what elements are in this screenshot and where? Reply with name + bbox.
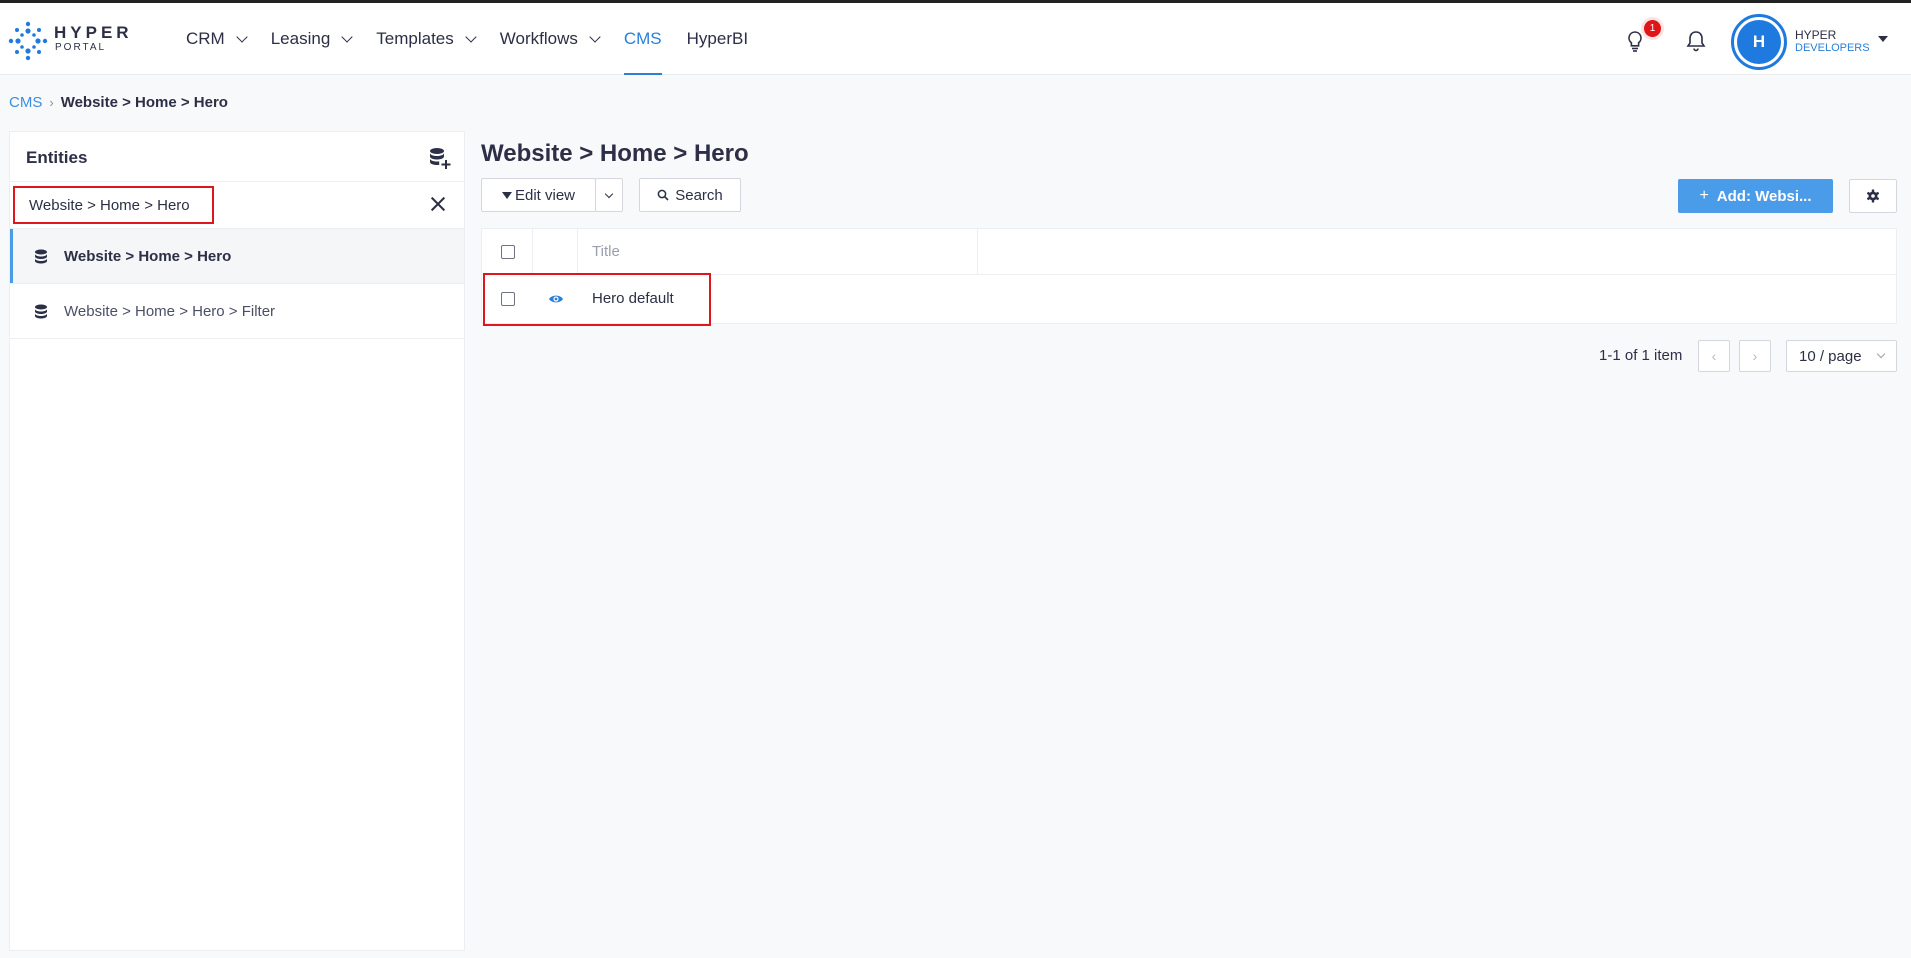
caret-down-icon[interactable] — [1878, 36, 1888, 42]
logo-dots-icon — [8, 21, 48, 61]
select-all-checkbox[interactable] — [501, 245, 515, 259]
settings-button[interactable] — [1849, 179, 1897, 213]
entity-item-label: Website > Home > Hero > Filter — [64, 302, 276, 320]
edit-view-label: Edit view — [514, 186, 576, 204]
chevron-down-icon — [589, 31, 601, 43]
column-divider — [577, 229, 578, 275]
lightbulb-icon[interactable] — [1624, 29, 1646, 53]
entities-search-row — [10, 182, 464, 229]
company-name-line2: DEVELOPERS — [1795, 42, 1870, 54]
add-button-label: Add: Websi... — [1716, 187, 1812, 205]
next-page-button[interactable]: › — [1739, 340, 1771, 372]
search-label: Search — [675, 186, 723, 204]
nav-workflows[interactable]: Workflows — [499, 3, 601, 75]
chevron-down-icon — [236, 31, 248, 43]
chevron-down-icon — [341, 31, 353, 43]
breadcrumb-separator: › — [49, 95, 54, 110]
entity-item-hero[interactable]: Website > Home > Hero — [10, 229, 464, 284]
edit-view-button[interactable]: Edit view — [481, 178, 596, 212]
search-button[interactable]: Search — [639, 178, 741, 212]
database-icon — [35, 304, 47, 319]
company-switcher[interactable]: HYPER DEVELOPERS — [1795, 29, 1870, 55]
breadcrumb-cms-link[interactable]: CMS — [9, 94, 42, 111]
row-highlight-box — [483, 273, 711, 326]
add-website-button[interactable]: + Add: Websi... — [1678, 179, 1833, 213]
breadcrumb: CMS › Website > Home > Hero — [9, 94, 228, 111]
nav-crm[interactable]: CRM — [186, 3, 248, 75]
entities-search-input[interactable] — [13, 186, 214, 224]
avatar-initial: H — [1737, 20, 1781, 64]
edit-view-dropdown-button[interactable] — [595, 178, 623, 212]
nav-leasing[interactable]: Leasing — [270, 3, 353, 75]
nav-cms-label: CMS — [623, 29, 662, 48]
company-name-line1: HYPER — [1795, 28, 1837, 42]
chevron-left-icon: ‹ — [1711, 348, 1717, 364]
hyper-portal-logo[interactable]: HYPER PORTAL — [8, 21, 143, 61]
page-size-value: 10 / page — [1799, 347, 1862, 365]
search-icon — [657, 189, 669, 201]
prev-page-button[interactable]: ‹ — [1698, 340, 1730, 372]
chevron-down-icon — [604, 189, 614, 199]
page-size-select[interactable]: 10 / page — [1786, 340, 1897, 372]
table-header: Title — [482, 229, 1896, 275]
page-title: Website > Home > Hero — [481, 140, 749, 167]
database-icon — [35, 249, 47, 264]
nav-hyperbi-label: HyperBI — [686, 29, 749, 48]
notification-badge: 1 — [1644, 20, 1661, 37]
chevron-down-icon — [1876, 349, 1886, 359]
entities-panel: Entities Website > Home > Hero Website >… — [9, 131, 465, 951]
top-header: HYPER PORTAL CRM Leasing Templates Workf… — [0, 3, 1911, 75]
pagination-summary: 1-1 of 1 item — [1599, 347, 1683, 364]
column-divider — [977, 229, 978, 275]
entity-item-label: Website > Home > Hero — [64, 247, 232, 265]
logo-text-secondary: PORTAL — [55, 42, 107, 53]
nav-workflows-label: Workflows — [499, 29, 578, 48]
column-header-title[interactable]: Title — [592, 243, 620, 260]
nav-cms[interactable]: CMS — [623, 3, 662, 75]
filter-icon — [501, 191, 512, 199]
breadcrumb-current: Website > Home > Hero — [60, 94, 228, 111]
plus-icon: + — [1699, 187, 1709, 204]
logo-text-primary: HYPER — [54, 23, 133, 42]
user-avatar[interactable]: H — [1731, 14, 1787, 70]
gear-icon — [1866, 189, 1880, 203]
nav-hyperbi[interactable]: HyperBI — [687, 3, 748, 75]
nav-templates[interactable]: Templates — [376, 3, 477, 75]
chevron-down-icon — [465, 31, 477, 43]
entities-title: Entities — [26, 148, 88, 167]
nav-templates-label: Templates — [376, 29, 454, 48]
add-database-icon[interactable] — [428, 146, 452, 170]
records-table: Title Hero default — [481, 228, 1897, 326]
close-icon[interactable] — [430, 196, 446, 212]
nav-crm-label: CRM — [186, 29, 225, 48]
chevron-right-icon: › — [1752, 348, 1758, 364]
entity-item-hero-filter[interactable]: Website > Home > Hero > Filter — [10, 284, 464, 339]
bell-icon[interactable] — [1685, 29, 1707, 53]
main-nav: CRM Leasing Templates Workflows CMS Hype… — [186, 3, 773, 75]
column-divider — [532, 229, 533, 275]
nav-leasing-label: Leasing — [270, 29, 331, 48]
entities-panel-header: Entities — [10, 132, 464, 182]
